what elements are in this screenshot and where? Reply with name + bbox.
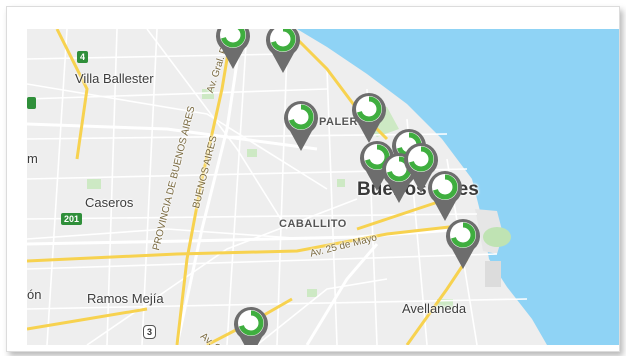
- route-shield-icon: [27, 97, 36, 109]
- area-label-avellaneda: Avellaneda: [402, 301, 467, 316]
- area-label-ramos-mejia: Ramos Mejía: [87, 291, 164, 306]
- map-view[interactable]: Villa Ballester Caseros Ramos Mejía Avel…: [27, 29, 619, 345]
- area-label-caballito: CABALLITO: [279, 218, 347, 230]
- route-shield-icon: 4: [77, 51, 89, 63]
- area-label-partial-left: ón: [27, 287, 42, 302]
- park: [337, 179, 345, 187]
- park: [247, 149, 257, 157]
- dock: [485, 261, 501, 287]
- route-shield-icon: 201: [61, 213, 83, 225]
- map-card: Villa Ballester Caseros Ramos Mejía Avel…: [6, 6, 620, 352]
- map-pin-icon[interactable]: [281, 97, 321, 153]
- area-label-caseros: Caseros: [85, 195, 134, 210]
- route-shield-icon: 3: [143, 325, 157, 339]
- park: [483, 227, 511, 247]
- area-label-partial-left: m: [27, 151, 38, 166]
- map-pin-icon[interactable]: [443, 215, 483, 271]
- park: [87, 179, 101, 189]
- map-pin-icon[interactable]: [213, 29, 253, 71]
- map-pin-icon[interactable]: [231, 303, 271, 345]
- park: [307, 289, 317, 297]
- map-pin-icon[interactable]: [263, 29, 303, 75]
- area-label-villa-ballester: Villa Ballester: [75, 71, 154, 86]
